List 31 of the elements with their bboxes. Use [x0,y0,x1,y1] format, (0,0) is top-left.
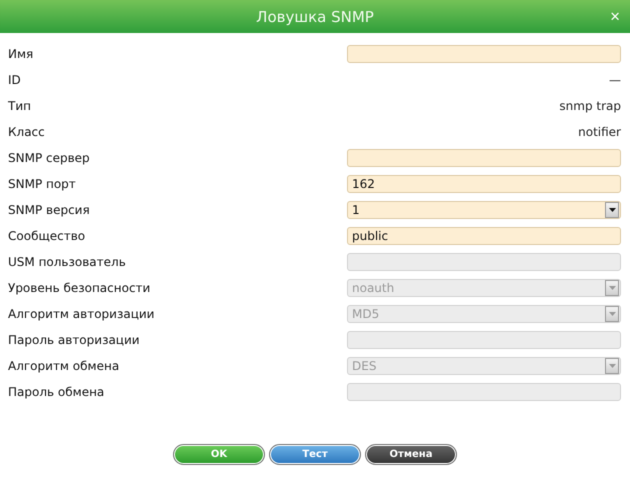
field-label: Класс [8,125,45,139]
input-field[interactable] [347,45,621,63]
field-label: SNMP версия [8,203,90,217]
field-label: Алгоритм авторизации [8,307,154,321]
input-field[interactable]: public [347,227,621,245]
field-label: SNMP порт [8,177,76,191]
field-label: Имя [8,47,34,61]
cancel-button[interactable]: Отмена [365,444,457,465]
field-label: Тип [8,99,31,113]
field-label: Сообщество [8,229,86,243]
field-label: SNMP сервер [8,151,90,165]
caret-icon [608,286,616,290]
field-label: Уровень безопасности [8,281,150,295]
window-title: Ловушка SNMP [256,8,374,26]
caret-icon [608,364,616,368]
field-value: — [609,73,621,87]
test-button[interactable]: Тест [269,444,361,465]
input-field[interactable]: 162 [347,175,621,193]
caret-icon [608,312,616,316]
field-value: notifier [578,125,621,139]
field-label: Пароль обмена [8,385,104,399]
field-label: USM пользователь [8,255,126,269]
ok-button[interactable]: OK [173,444,265,465]
dropdown[interactable]: 1 [347,201,621,219]
caret-icon [608,208,616,212]
field-value: snmp trap [559,99,621,113]
close-button[interactable]: × [610,8,620,25]
field-label: ID [8,73,21,87]
input-field[interactable] [347,149,621,167]
field-label: Пароль авторизации [8,333,140,347]
field-label: Алгоритм обмена [8,359,120,373]
